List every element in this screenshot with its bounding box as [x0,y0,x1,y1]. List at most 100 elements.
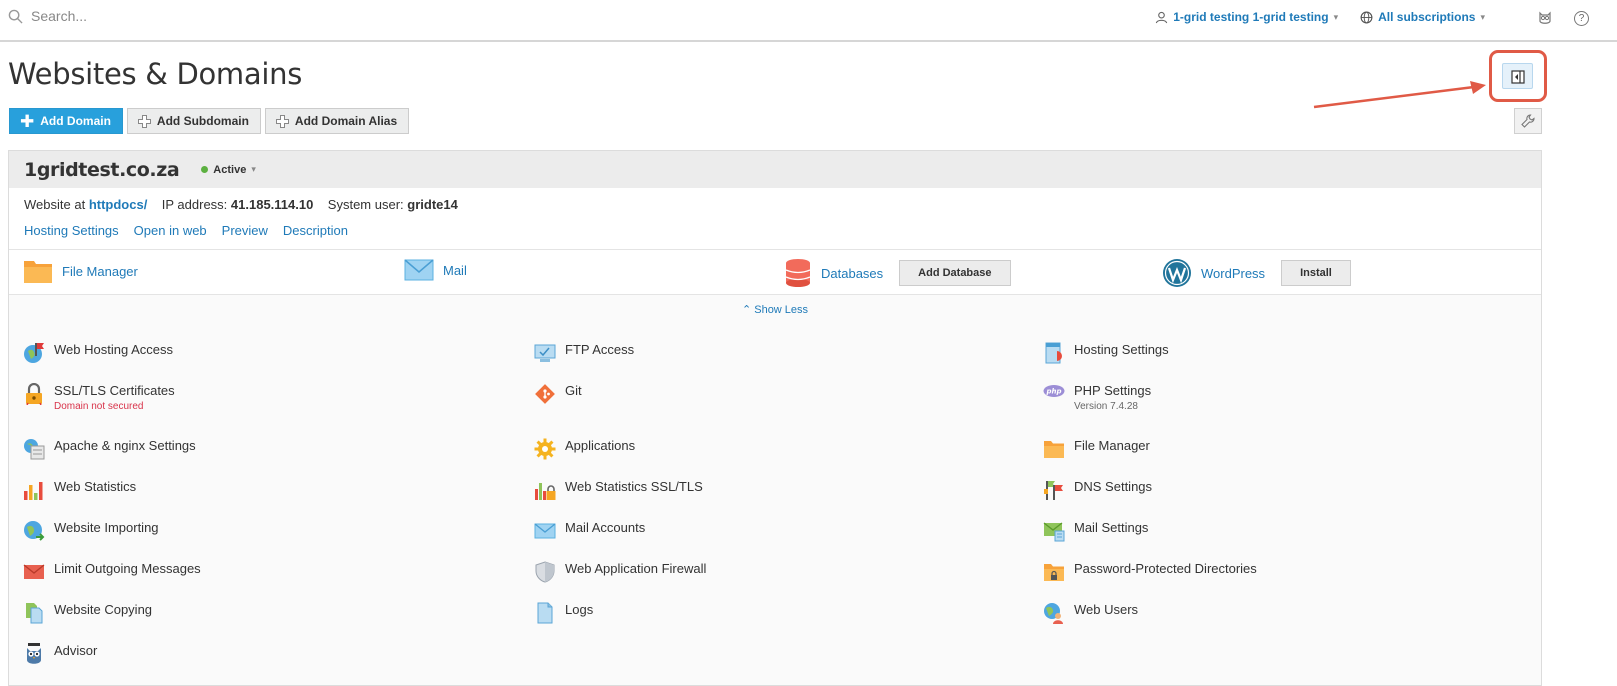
settings-wrench-button[interactable] [1514,108,1542,134]
tool-label[interactable]: Web Application Firewall [565,561,706,576]
add-domain-button[interactable]: ✚ Add Domain [9,108,123,134]
tool-ftp-access[interactable]: FTP Access [534,342,634,364]
tool-website-copying[interactable]: Website Copying [23,602,152,624]
user-menu[interactable]: 1-grid testing 1-grid testing ▾ [1155,10,1338,24]
log-file-icon [537,602,553,624]
search-icon [8,9,23,24]
tool-label[interactable]: Apache & nginx Settings [54,438,196,453]
tool-label[interactable]: SSL/TLS Certificates [54,383,175,398]
add-database-button[interactable]: Add Database [899,260,1011,286]
chevron-down-icon: ▾ [1480,11,1485,22]
sidebar-collapse-icon [1511,70,1525,84]
owl-icon [27,643,41,664]
tool-file-manager[interactable]: File Manager [1043,438,1150,460]
tool-web-users[interactable]: Web Users [1043,602,1138,624]
tool-limit-outgoing-messages[interactable]: Limit Outgoing Messages [23,561,201,583]
advisor-owl-icon[interactable] [1537,10,1553,31]
user-name[interactable]: 1-grid testing 1-grid testing [1173,10,1328,24]
search-box[interactable]: Search... [8,8,87,24]
folder-icon [24,261,52,283]
domain-header: 1gridtest.co.za Active ▾ [9,151,1541,188]
plus-icon: ✚ [20,111,35,131]
web-user-icon [1044,603,1063,624]
tool-php-settings[interactable]: php PHP Settings Version 7.4.28 [1043,383,1151,412]
tool-ssl-tls-certificates[interactable]: SSL/TLS Certificates Domain not secured [23,383,175,412]
tool-web-statistics[interactable]: Web Statistics [23,479,136,501]
preview-link[interactable]: Preview [222,223,268,238]
tool-advisor[interactable]: Advisor [23,643,97,665]
tool-password-protected-directories[interactable]: Password-Protected Directories [1043,561,1257,583]
show-less-toggle[interactable]: ⌃ Show Less [9,303,1541,316]
mail-label[interactable]: Mail [443,263,467,278]
tool-label[interactable]: Mail Accounts [565,520,645,535]
open-in-web-link[interactable]: Open in web [134,223,207,238]
annotation-highlight-box [1489,50,1547,102]
lock-icon [26,383,42,405]
httpdocs-link[interactable]: httpdocs/ [89,197,148,212]
tool-label[interactable]: DNS Settings [1074,479,1152,494]
system-user-label: System user: [327,197,404,212]
tool-logs[interactable]: Logs [534,602,593,624]
tool-web-application-firewall[interactable]: Web Application Firewall [534,561,706,583]
database-icon [785,259,811,287]
shield-icon [535,561,555,583]
help-icon[interactable]: ? [1574,11,1589,26]
hosting-settings-link[interactable]: Hosting Settings [24,223,119,238]
tool-label[interactable]: Web Statistics SSL/TLS [565,479,703,494]
domain-info: Website at httpdocs/ IP address: 41.185.… [9,188,1541,250]
bar-chart-lock-icon [535,483,556,500]
search-placeholder[interactable]: Search... [31,8,87,24]
file-manager-label[interactable]: File Manager [62,264,138,279]
tool-label[interactable]: Logs [565,602,593,617]
tool-label[interactable]: Web Users [1074,602,1138,617]
subscriptions-label[interactable]: All subscriptions [1378,10,1475,24]
description-link[interactable]: Description [283,223,348,238]
user-icon [1156,11,1168,23]
folder-lock-icon [1044,564,1064,581]
tool-website-importing[interactable]: Website Importing [23,520,159,542]
tool-mail-settings[interactable]: Mail Settings [1043,520,1148,542]
tool-label[interactable]: Mail Settings [1074,520,1148,535]
tool-dns-settings[interactable]: DNS Settings [1043,479,1152,501]
tool-label[interactable]: Limit Outgoing Messages [54,561,201,576]
php-icon: php [1043,385,1065,397]
status-badge[interactable]: Active ▾ [201,164,256,176]
tool-apache-nginx-settings[interactable]: Apache & nginx Settings [23,438,196,460]
tool-label[interactable]: Git [565,383,582,398]
databases-label[interactable]: Databases [821,266,883,281]
chevron-up-icon: ⌃ [741,304,752,316]
panel-toggle-button[interactable] [1502,63,1533,89]
install-button[interactable]: Install [1281,260,1351,286]
add-domain-alias-button[interactable]: Add Domain Alias [264,108,410,134]
tool-web-hosting-access[interactable]: Web Hosting Access [23,342,173,364]
tool-web-statistics-ssl-tls[interactable]: Web Statistics SSL/TLS [534,479,703,501]
apache-server-icon [24,439,45,460]
tool-label[interactable]: Password-Protected Directories [1074,561,1257,576]
tool-label[interactable]: FTP Access [565,342,634,357]
mail-quick[interactable]: Mail [404,258,467,282]
ip-value: 41.185.114.10 [230,197,314,212]
domain-name[interactable]: 1gridtest.co.za [24,159,180,181]
databases-quick: Databases Add Database [784,258,1011,288]
tool-git[interactable]: Git [534,383,582,405]
tool-applications[interactable]: Applications [534,438,635,460]
tool-label[interactable]: PHP Settings [1074,383,1151,398]
tool-mail-accounts[interactable]: Mail Accounts [534,520,645,542]
domain-card: 1gridtest.co.za Active ▾ Website at http… [8,150,1542,686]
wordpress-label[interactable]: WordPress [1201,266,1265,281]
globe-icon [1360,11,1373,23]
add-subdomain-button[interactable]: Add Subdomain [126,108,261,134]
plus-outline-icon [137,114,151,128]
tool-label[interactable]: Advisor [54,643,97,658]
subscriptions-menu[interactable]: All subscriptions ▾ [1360,10,1485,24]
tool-label[interactable]: Website Importing [54,520,159,535]
tool-hosting-settings[interactable]: Hosting Settings [1043,342,1169,364]
file-manager-quick[interactable]: File Manager [23,258,138,284]
dns-flags-icon [1044,481,1063,500]
tool-label[interactable]: Hosting Settings [1074,342,1169,357]
tool-label[interactable]: Web Hosting Access [54,342,173,357]
tool-label[interactable]: Web Statistics [54,479,136,494]
tool-label[interactable]: File Manager [1074,438,1150,453]
tool-label[interactable]: Applications [565,438,635,453]
tool-label[interactable]: Website Copying [54,602,152,617]
